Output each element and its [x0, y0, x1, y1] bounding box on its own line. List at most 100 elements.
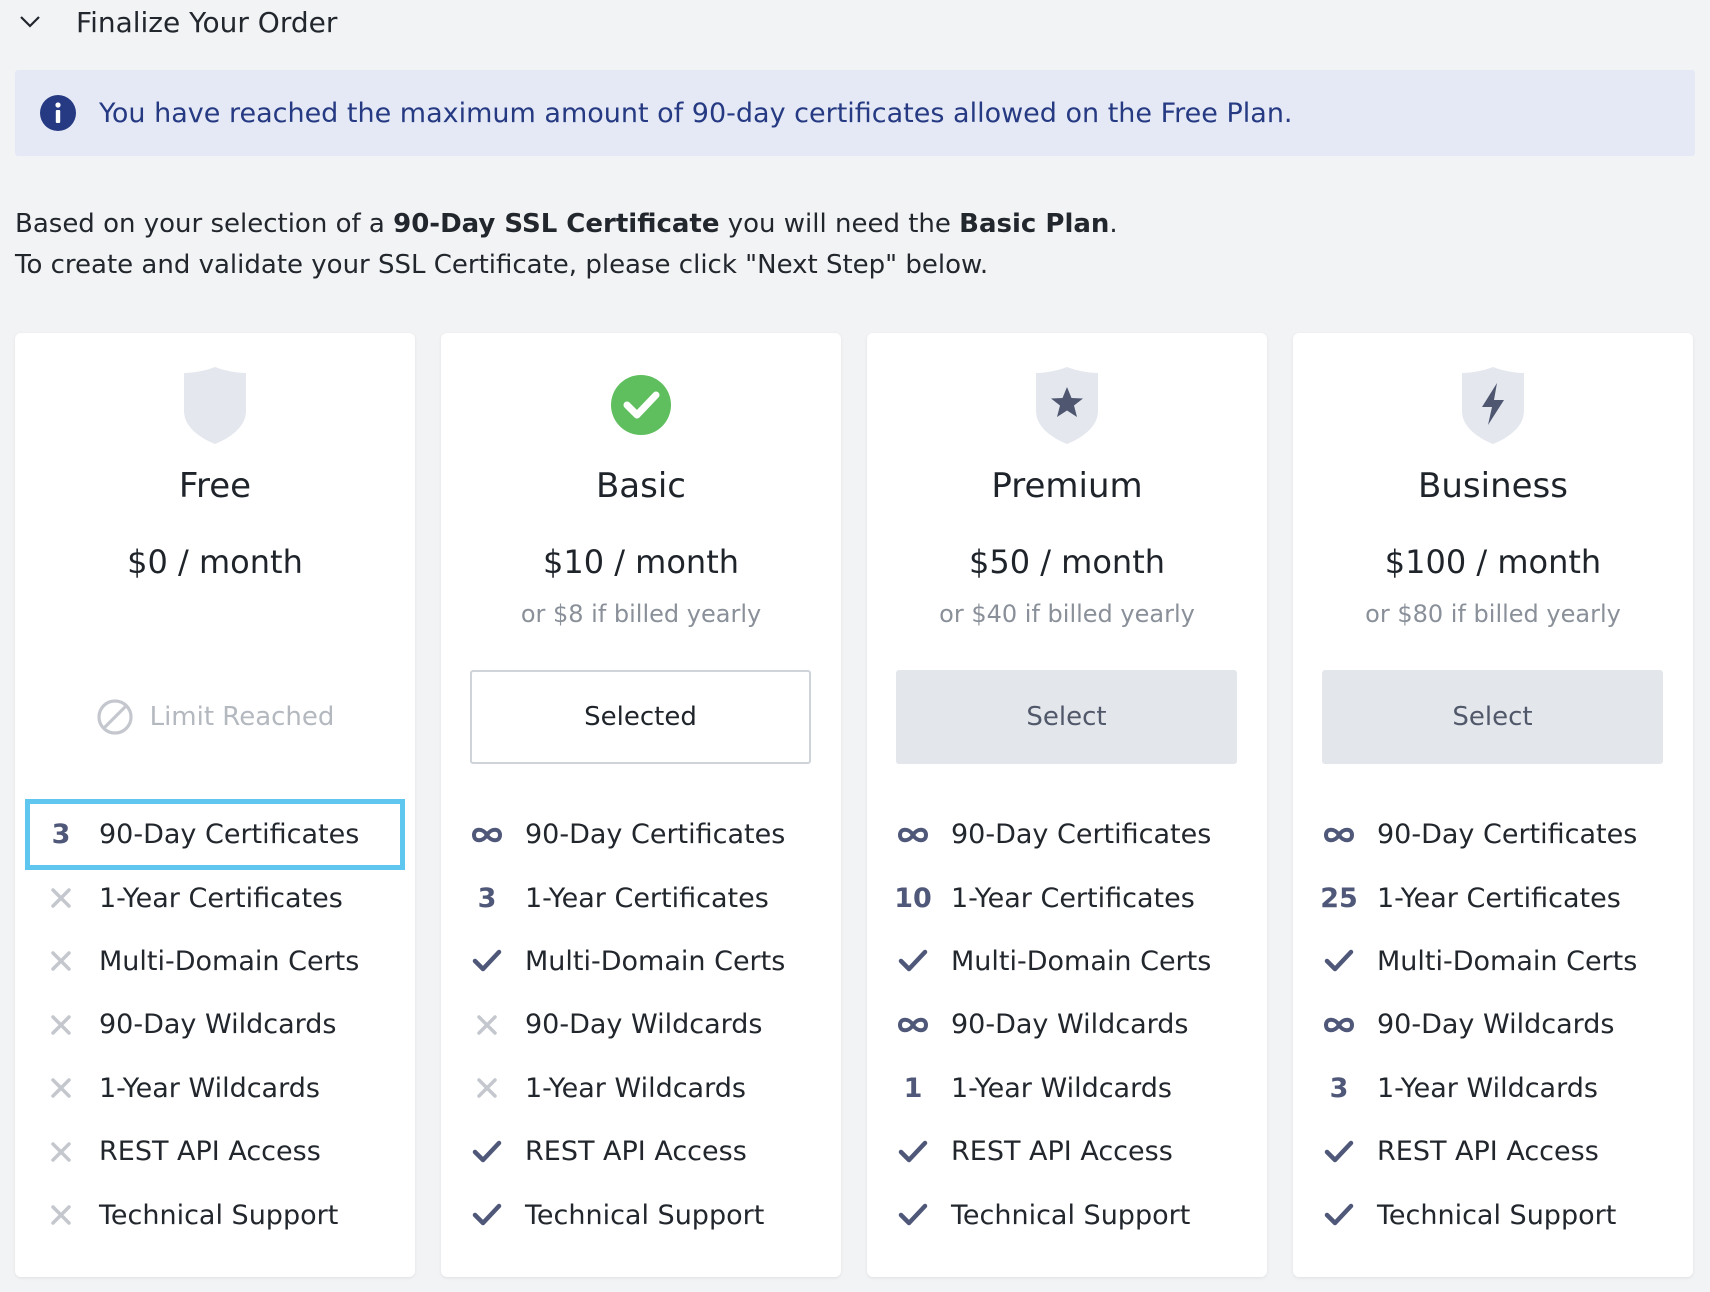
intro-text-part: Based on your selection of a [15, 209, 394, 239]
feature-mark [29, 1013, 93, 1037]
info-notice: You have reached the maximum amount of 9… [15, 70, 1695, 156]
selected-button[interactable]: Selected [470, 670, 811, 764]
feature-item: 90-Day Wildcards [455, 993, 827, 1056]
feature-mark: 3 [455, 883, 519, 914]
check-icon [898, 1140, 928, 1162]
feature-mark [1307, 826, 1371, 844]
check-icon [1324, 1140, 1354, 1162]
feature-item: Multi-Domain Certs [881, 930, 1253, 993]
intro-certificate-name: 90-Day SSL Certificate [393, 209, 720, 239]
feature-item: 90-Day Wildcards [29, 993, 401, 1056]
feature-item: 1-Year Certificates [29, 866, 401, 929]
feature-list: 90-Day Certificates 25 1-Year Certificat… [1307, 803, 1679, 1247]
feature-item: REST API Access [29, 1120, 401, 1183]
infinity-icon [471, 827, 503, 842]
select-button-premium[interactable]: Select [896, 670, 1237, 764]
feature-label: Multi-Domain Certs [99, 945, 360, 977]
feature-count: 25 [1320, 882, 1358, 914]
feature-mark [1307, 1202, 1371, 1228]
intro-text-part: . [1109, 209, 1118, 239]
infinity-icon [1323, 1017, 1355, 1033]
feature-mark [1307, 1016, 1371, 1034]
feature-label: Technical Support [951, 1199, 1191, 1231]
feature-count: 3 [51, 819, 71, 851]
feature-label: Technical Support [1377, 1199, 1617, 1231]
intro-text-part: you will need the [719, 209, 960, 239]
check-icon [472, 1140, 502, 1162]
feature-mark [455, 1076, 519, 1100]
feature-mark [1307, 948, 1371, 974]
feature-item: Multi-Domain Certs [1307, 930, 1679, 993]
feature-item: 1-Year Wildcards [29, 1057, 401, 1120]
x-icon [51, 888, 71, 908]
feature-label: 1-Year Certificates [951, 882, 1195, 914]
feature-label: 90-Day Wildcards [951, 1009, 1189, 1041]
check-icon [472, 1203, 502, 1226]
feature-label: 90-Day Wildcards [525, 1009, 763, 1041]
feature-mark [881, 1139, 945, 1165]
x-icon [51, 1078, 71, 1098]
check-icon [898, 1203, 928, 1226]
feature-label: 90-Day Wildcards [99, 1009, 337, 1041]
feature-item: Technical Support [29, 1183, 401, 1246]
feature-item: 90-Day Certificates [455, 803, 827, 866]
feature-count: 1 [903, 1072, 923, 1104]
feature-item: Multi-Domain Certs [29, 930, 401, 993]
feature-label: 90-Day Certificates [525, 819, 786, 851]
info-icon [40, 95, 76, 131]
check-icon [898, 950, 928, 972]
feature-label: 90-Day Certificates [99, 819, 360, 851]
feature-item: Multi-Domain Certs [455, 930, 827, 993]
feature-label: Multi-Domain Certs [525, 945, 786, 977]
feature-label: Technical Support [99, 1199, 339, 1231]
intro-text: Based on your selection of a 90-Day SSL … [15, 204, 1118, 286]
plan-name: Premium [991, 466, 1143, 506]
notice-text: You have reached the maximum amount of 9… [99, 97, 1293, 129]
feature-item: 3 1-Year Wildcards [1307, 1057, 1679, 1120]
feature-count: 3 [477, 882, 497, 914]
shield-bolt-icon [1462, 367, 1524, 444]
feature-label: Technical Support [525, 1199, 765, 1231]
feature-item: Technical Support [1307, 1183, 1679, 1246]
infinity-icon [1323, 827, 1355, 842]
feature-label: 1-Year Wildcards [1377, 1072, 1598, 1104]
plan-price: $10 / month [542, 543, 740, 581]
feature-label: 90-Day Wildcards [1377, 1009, 1615, 1041]
check-circle-icon [611, 375, 671, 435]
feature-item: 3 1-Year Certificates [455, 866, 827, 929]
plan-name: Basic [595, 466, 686, 506]
plan-price: $50 / month [968, 543, 1166, 581]
check-icon [1324, 1203, 1354, 1226]
feature-mark [29, 1076, 93, 1100]
plan-yearly-price: or $80 if billed yearly [1365, 600, 1621, 628]
feature-mark: 25 [1307, 883, 1371, 914]
feature-label: 1-Year Certificates [525, 882, 769, 914]
feature-item: 25 1-Year Certificates [1307, 866, 1679, 929]
chevron-down-icon[interactable] [14, 6, 46, 38]
section-title: Finalize Your Order [76, 5, 338, 39]
feature-label: REST API Access [99, 1136, 321, 1168]
feature-item: 1-Year Wildcards [455, 1057, 827, 1120]
feature-label: 1-Year Wildcards [525, 1072, 746, 1104]
plan-card-basic: Basic $10 / month or $8 if billed yearly… [441, 333, 841, 1277]
feature-count: 3 [1329, 1072, 1349, 1104]
feature-mark: 1 [881, 1073, 945, 1104]
feature-list: 90-Day Certificates 3 1-Year Certificate… [455, 803, 827, 1247]
limit-reached-label: Limit Reached [149, 702, 335, 732]
feature-mark [455, 1013, 519, 1037]
select-button-business[interactable]: Select [1322, 670, 1663, 764]
feature-item: 90-Day Certificates [1307, 803, 1679, 866]
feature-item: Technical Support [881, 1183, 1253, 1246]
shield-star-icon [1036, 367, 1098, 444]
feature-item: 3 90-Day Certificates [25, 798, 405, 871]
plan-yearly-price: or $40 if billed yearly [939, 600, 1195, 628]
feature-label: 90-Day Certificates [1377, 819, 1638, 851]
feature-item: 90-Day Wildcards [881, 993, 1253, 1056]
feature-label: 1-Year Wildcards [951, 1072, 1172, 1104]
intro-line-2: To create and validate your SSL Certific… [15, 250, 989, 280]
feature-mark [1307, 1139, 1371, 1165]
intro-line-1: Based on your selection of a 90-Day SSL … [15, 204, 1118, 245]
section-header[interactable]: Finalize Your Order [14, 0, 337, 44]
check-icon [472, 950, 502, 972]
feature-label: REST API Access [1377, 1136, 1599, 1168]
